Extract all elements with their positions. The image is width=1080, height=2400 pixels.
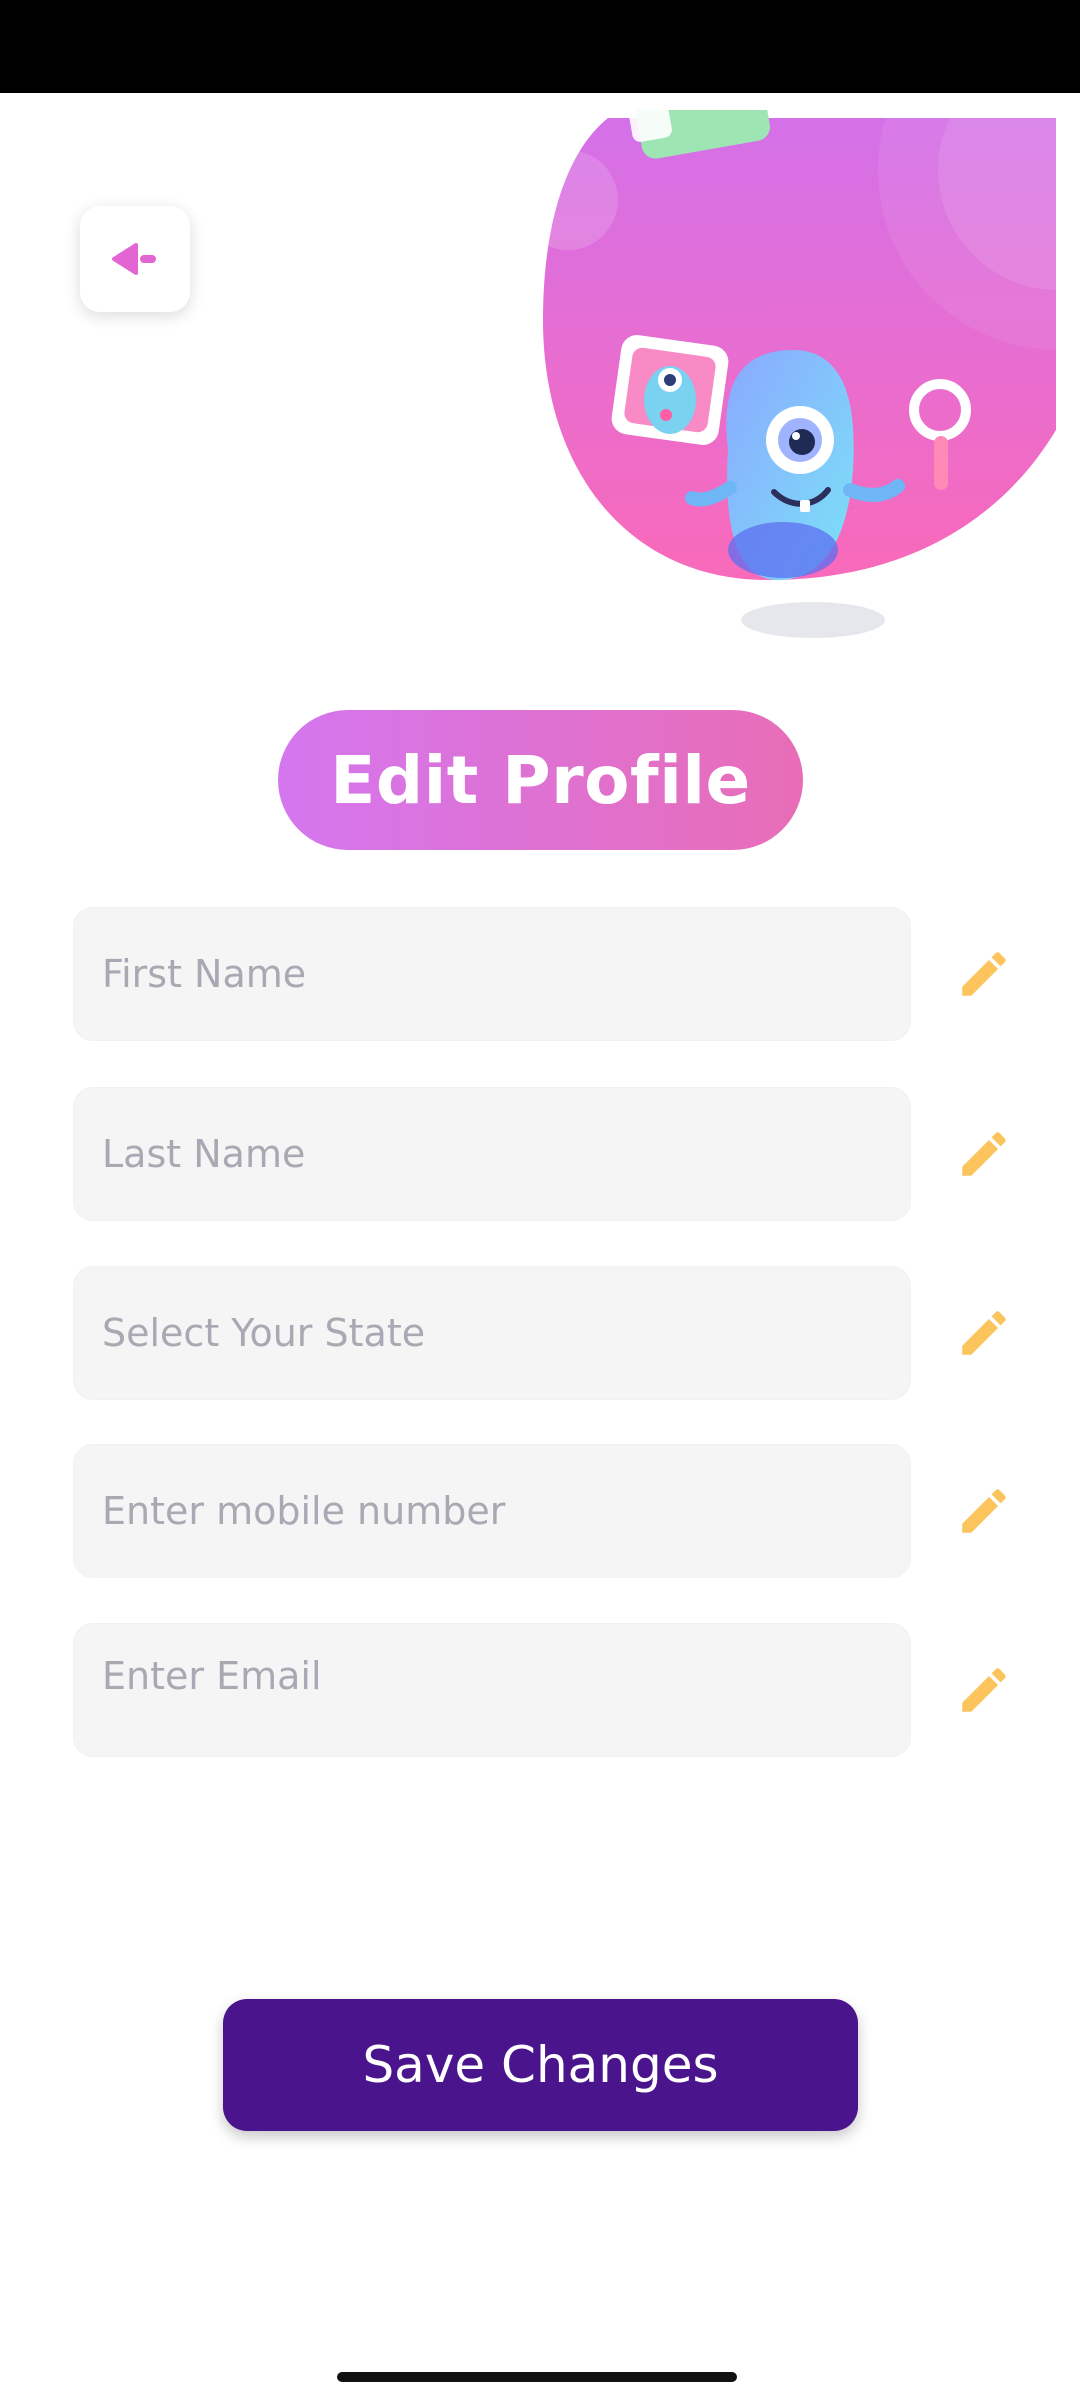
home-indicator <box>337 2372 737 2382</box>
first-name-input[interactable] <box>74 908 910 1040</box>
last-name-input[interactable] <box>74 1088 910 1220</box>
pencil-icon[interactable] <box>955 1304 1013 1362</box>
first-name-field[interactable] <box>73 907 911 1041</box>
email-input[interactable] <box>74 1624 910 1728</box>
mobile-number-field[interactable] <box>73 1444 911 1578</box>
monster-with-magnifier-illustration <box>538 110 1068 638</box>
state-select-input[interactable] <box>74 1267 910 1399</box>
first-name-row <box>73 907 1080 1041</box>
pencil-icon[interactable] <box>955 945 1013 1003</box>
save-changes-button[interactable]: Save Changes <box>223 1999 858 2131</box>
mobile-row <box>73 1444 1080 1578</box>
pencil-icon[interactable] <box>955 1125 1013 1183</box>
email-field[interactable] <box>73 1623 911 1757</box>
status-bar <box>0 0 1080 93</box>
pencil-icon[interactable] <box>955 1482 1013 1540</box>
page-title: Edit Profile <box>278 710 803 850</box>
back-arrow-icon <box>112 243 156 275</box>
back-button[interactable] <box>80 206 190 312</box>
state-select-field[interactable] <box>73 1266 911 1400</box>
last-name-field[interactable] <box>73 1087 911 1221</box>
pencil-icon[interactable] <box>955 1661 1013 1719</box>
mobile-number-input[interactable] <box>74 1445 910 1577</box>
email-row <box>73 1623 1080 1757</box>
last-name-row <box>73 1087 1080 1221</box>
state-row <box>73 1266 1080 1400</box>
